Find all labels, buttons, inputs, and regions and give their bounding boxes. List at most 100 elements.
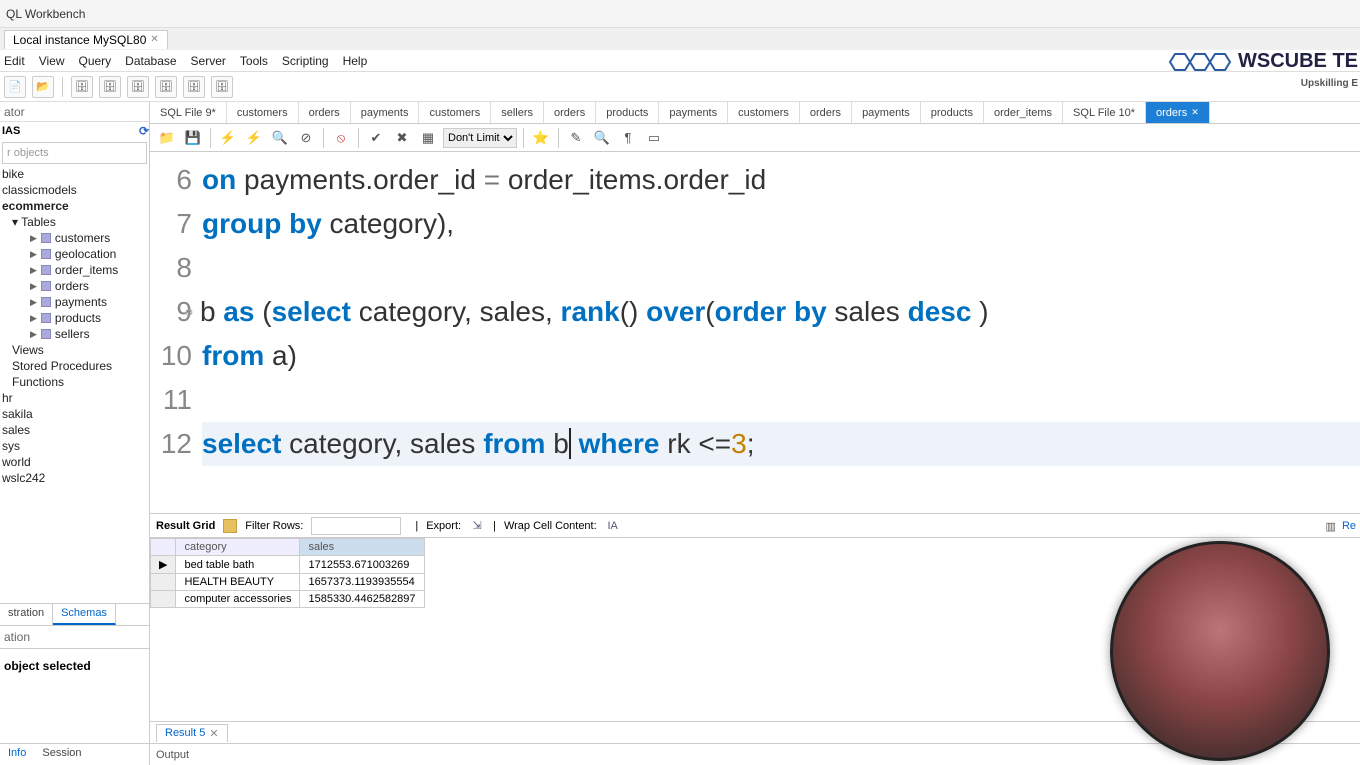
- file-tab[interactable]: customers: [728, 102, 800, 123]
- file-tab[interactable]: payments: [351, 102, 420, 123]
- toolbar-db3-icon[interactable]: 🗄: [127, 76, 149, 98]
- schema-sys[interactable]: sys: [2, 438, 149, 454]
- grid-cell[interactable]: bed table bath: [176, 556, 300, 574]
- tab-administration[interactable]: stration: [0, 604, 53, 625]
- schema-wslc242[interactable]: wslc242: [2, 470, 149, 486]
- save-icon[interactable]: 💾: [182, 127, 204, 149]
- connection-tab[interactable]: Local instance MySQL80 ✕: [4, 30, 168, 49]
- beautify-icon[interactable]: ⭐: [530, 127, 552, 149]
- sql-editor[interactable]: 6789101112 on payments.order_id = order_…: [150, 152, 1360, 513]
- file-tab[interactable]: payments: [659, 102, 728, 123]
- file-tab[interactable]: SQL File 10*: [1063, 102, 1146, 123]
- functions-node[interactable]: Functions: [2, 374, 149, 390]
- file-tab[interactable]: orders: [800, 102, 852, 123]
- menu-tools[interactable]: Tools: [240, 54, 268, 68]
- menu-view[interactable]: View: [39, 54, 65, 68]
- toolbar-new-sql-icon[interactable]: 📄: [4, 76, 26, 98]
- file-tab[interactable]: SQL File 9*: [150, 102, 227, 123]
- brush-icon[interactable]: ✎: [565, 127, 587, 149]
- file-tab[interactable]: products: [596, 102, 659, 123]
- commit-icon[interactable]: ✔: [365, 127, 387, 149]
- column-header[interactable]: sales: [300, 539, 424, 556]
- stop-icon[interactable]: ⊘: [295, 127, 317, 149]
- file-tab[interactable]: orders: [544, 102, 596, 123]
- file-tab[interactable]: customers: [419, 102, 491, 123]
- table-geolocation[interactable]: ▶geolocation: [2, 246, 149, 262]
- grid-cell[interactable]: HEALTH BEAUTY: [176, 574, 300, 591]
- execute-icon[interactable]: ⚡: [217, 127, 239, 149]
- tab-info[interactable]: Info: [0, 744, 34, 765]
- refresh-icon[interactable]: ⟳: [139, 124, 149, 138]
- grid-cell[interactable]: 1657373.1193935554: [300, 574, 424, 591]
- snippets-icon[interactable]: ▭: [643, 127, 665, 149]
- file-tab[interactable]: payments: [852, 102, 921, 123]
- toolbar-open-icon[interactable]: 📂: [32, 76, 54, 98]
- explain-icon[interactable]: 🔍: [269, 127, 291, 149]
- menu-help[interactable]: Help: [343, 54, 368, 68]
- row-header[interactable]: [151, 574, 176, 591]
- schema-ecommerce[interactable]: ecommerce: [2, 198, 149, 214]
- tab-schemas[interactable]: Schemas: [53, 604, 116, 625]
- toolbar-db5-icon[interactable]: 🗄: [183, 76, 205, 98]
- table-sellers[interactable]: ▶sellers: [2, 326, 149, 342]
- close-icon[interactable]: ✕: [209, 727, 218, 740]
- export-icon[interactable]: ⇲: [469, 518, 485, 534]
- row-header[interactable]: [151, 591, 176, 608]
- result-tab-5[interactable]: Result 5✕: [156, 724, 228, 742]
- search-icon[interactable]: 🔍: [591, 127, 613, 149]
- wrap-icon[interactable]: IA: [605, 518, 621, 534]
- schema-hr[interactable]: hr: [2, 390, 149, 406]
- menu-database[interactable]: Database: [125, 54, 176, 68]
- file-tab[interactable]: products: [921, 102, 984, 123]
- grid-icon[interactable]: [223, 519, 237, 533]
- grid-cell[interactable]: computer accessories: [176, 591, 300, 608]
- toolbar-db4-icon[interactable]: 🗄: [155, 76, 177, 98]
- menu-scripting[interactable]: Scripting: [282, 54, 329, 68]
- separator: [62, 77, 63, 97]
- menu-server[interactable]: Server: [191, 54, 226, 68]
- column-header[interactable]: category: [176, 539, 300, 556]
- table-orders[interactable]: ▶orders: [2, 278, 149, 294]
- result-table[interactable]: categorysales ▶bed table bath1712553.6710…: [150, 538, 425, 608]
- filter-rows-input[interactable]: [311, 517, 401, 535]
- file-tab[interactable]: order_items: [984, 102, 1063, 123]
- row-header[interactable]: ▶: [151, 556, 176, 574]
- open-file-icon[interactable]: 📁: [156, 127, 178, 149]
- schema-filter-input[interactable]: r objects: [2, 142, 147, 164]
- file-tab[interactable]: customers: [227, 102, 299, 123]
- stop-red-icon[interactable]: ⦸: [330, 127, 352, 149]
- views-node[interactable]: Views: [2, 342, 149, 358]
- close-icon[interactable]: ✕: [150, 34, 158, 45]
- schema-world[interactable]: world: [2, 454, 149, 470]
- toolbar-db6-icon[interactable]: 🗄: [211, 76, 233, 98]
- grid-cell[interactable]: 1585330.4462582897: [300, 591, 424, 608]
- file-tab[interactable]: orders✕: [1146, 102, 1210, 123]
- tables-node[interactable]: ▾ Tables: [2, 214, 149, 230]
- schema-tree[interactable]: bike classicmodels ecommerce ▾ Tables ▶c…: [0, 166, 149, 603]
- code-content[interactable]: on payments.order_id = order_items.order…: [202, 158, 1360, 513]
- toolbar-db2-icon[interactable]: 🗄: [99, 76, 121, 98]
- toolbar-db1-icon[interactable]: 🗄: [71, 76, 93, 98]
- file-tab[interactable]: orders: [299, 102, 351, 123]
- execute-current-icon[interactable]: ⚡: [243, 127, 265, 149]
- table-order-items[interactable]: ▶order_items: [2, 262, 149, 278]
- schema-bike[interactable]: bike: [2, 166, 149, 182]
- close-icon[interactable]: ✕: [1191, 107, 1199, 118]
- panel-toggle-icon[interactable]: ▥: [1326, 520, 1336, 533]
- table-products[interactable]: ▶products: [2, 310, 149, 326]
- grid-cell[interactable]: 1712553.671003269: [300, 556, 424, 574]
- table-payments[interactable]: ▶payments: [2, 294, 149, 310]
- rollback-icon[interactable]: ✖: [391, 127, 413, 149]
- menu-query[interactable]: Query: [78, 54, 111, 68]
- tab-session[interactable]: Session: [34, 744, 89, 765]
- schema-sales[interactable]: sales: [2, 422, 149, 438]
- schema-classicmodels[interactable]: classicmodels: [2, 182, 149, 198]
- stored-procedures-node[interactable]: Stored Procedures: [2, 358, 149, 374]
- toggle-icon[interactable]: ¶: [617, 127, 639, 149]
- file-tab[interactable]: sellers: [491, 102, 544, 123]
- menu-edit[interactable]: Edit: [4, 54, 25, 68]
- limit-select[interactable]: Don't Limit: [443, 128, 517, 148]
- schema-sakila[interactable]: sakila: [2, 406, 149, 422]
- table-customers[interactable]: ▶customers: [2, 230, 149, 246]
- autocommit-icon[interactable]: ▦: [417, 127, 439, 149]
